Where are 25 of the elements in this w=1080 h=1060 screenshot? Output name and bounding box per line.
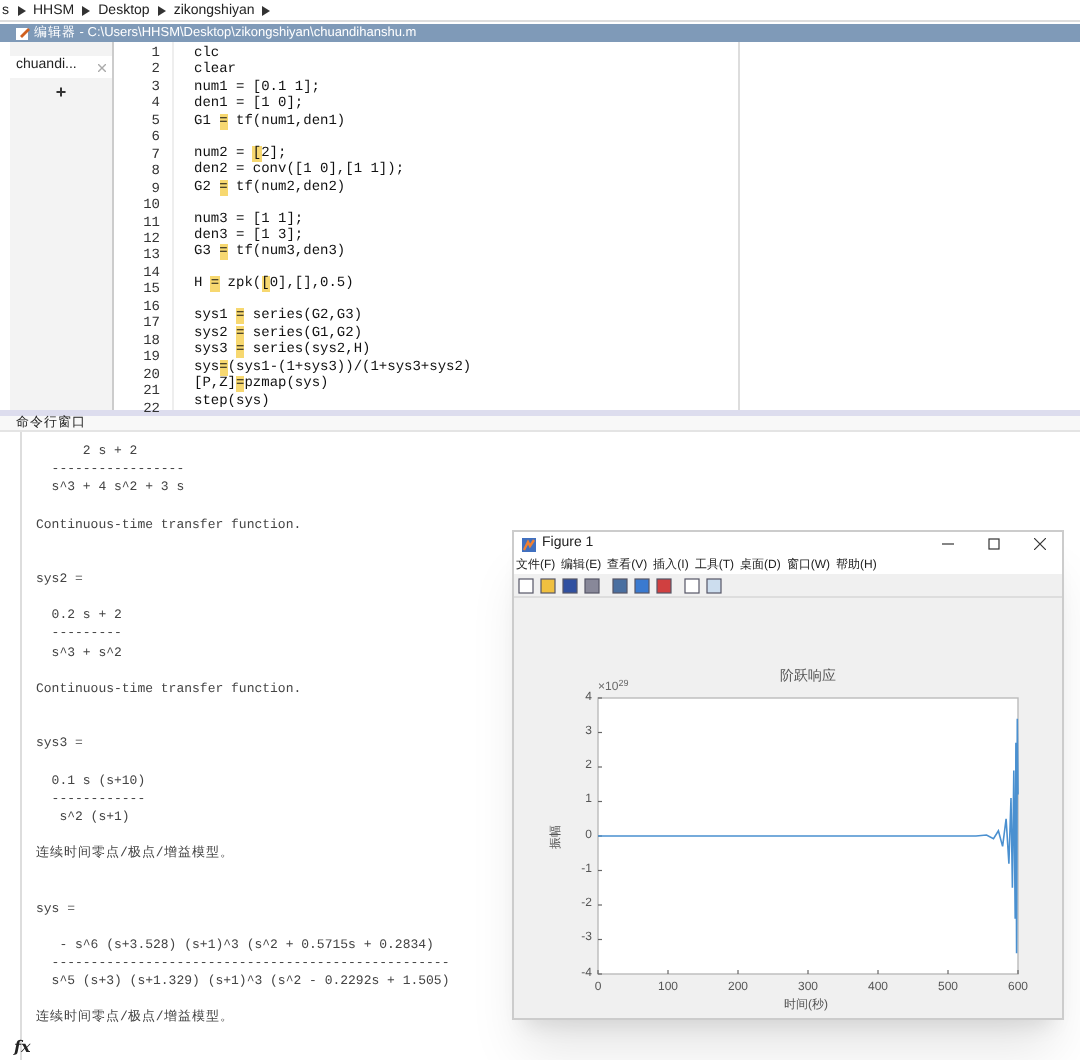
y-tick [597, 904, 603, 906]
x-tick [737, 969, 739, 975]
chevron-icon [157, 5, 166, 15]
y-tick [597, 869, 603, 872]
x-tick [667, 969, 669, 975]
add-tab-button[interactable]: + [55, 82, 67, 102]
y-tick [597, 938, 603, 941]
x-tick [1017, 969, 1019, 975]
y-tick [597, 731, 603, 734]
y-tick [597, 697, 603, 699]
y-tick [597, 800, 603, 803]
y-tick [597, 973, 603, 975]
chevron-icon [262, 5, 271, 15]
x-tick [597, 969, 599, 975]
x-tick [947, 969, 949, 975]
x-tick [807, 969, 809, 975]
chevron-icon [82, 5, 91, 15]
maximize-icon[interactable] [988, 538, 1000, 550]
y-tick [597, 766, 603, 768]
fx-prompt: fx [14, 1034, 31, 1058]
chevron-icon [17, 5, 25, 15]
minimize-icon[interactable] [942, 538, 954, 550]
close-icon[interactable] [1034, 538, 1046, 550]
x-tick [877, 969, 879, 975]
figure-logo-icon [522, 537, 536, 551]
